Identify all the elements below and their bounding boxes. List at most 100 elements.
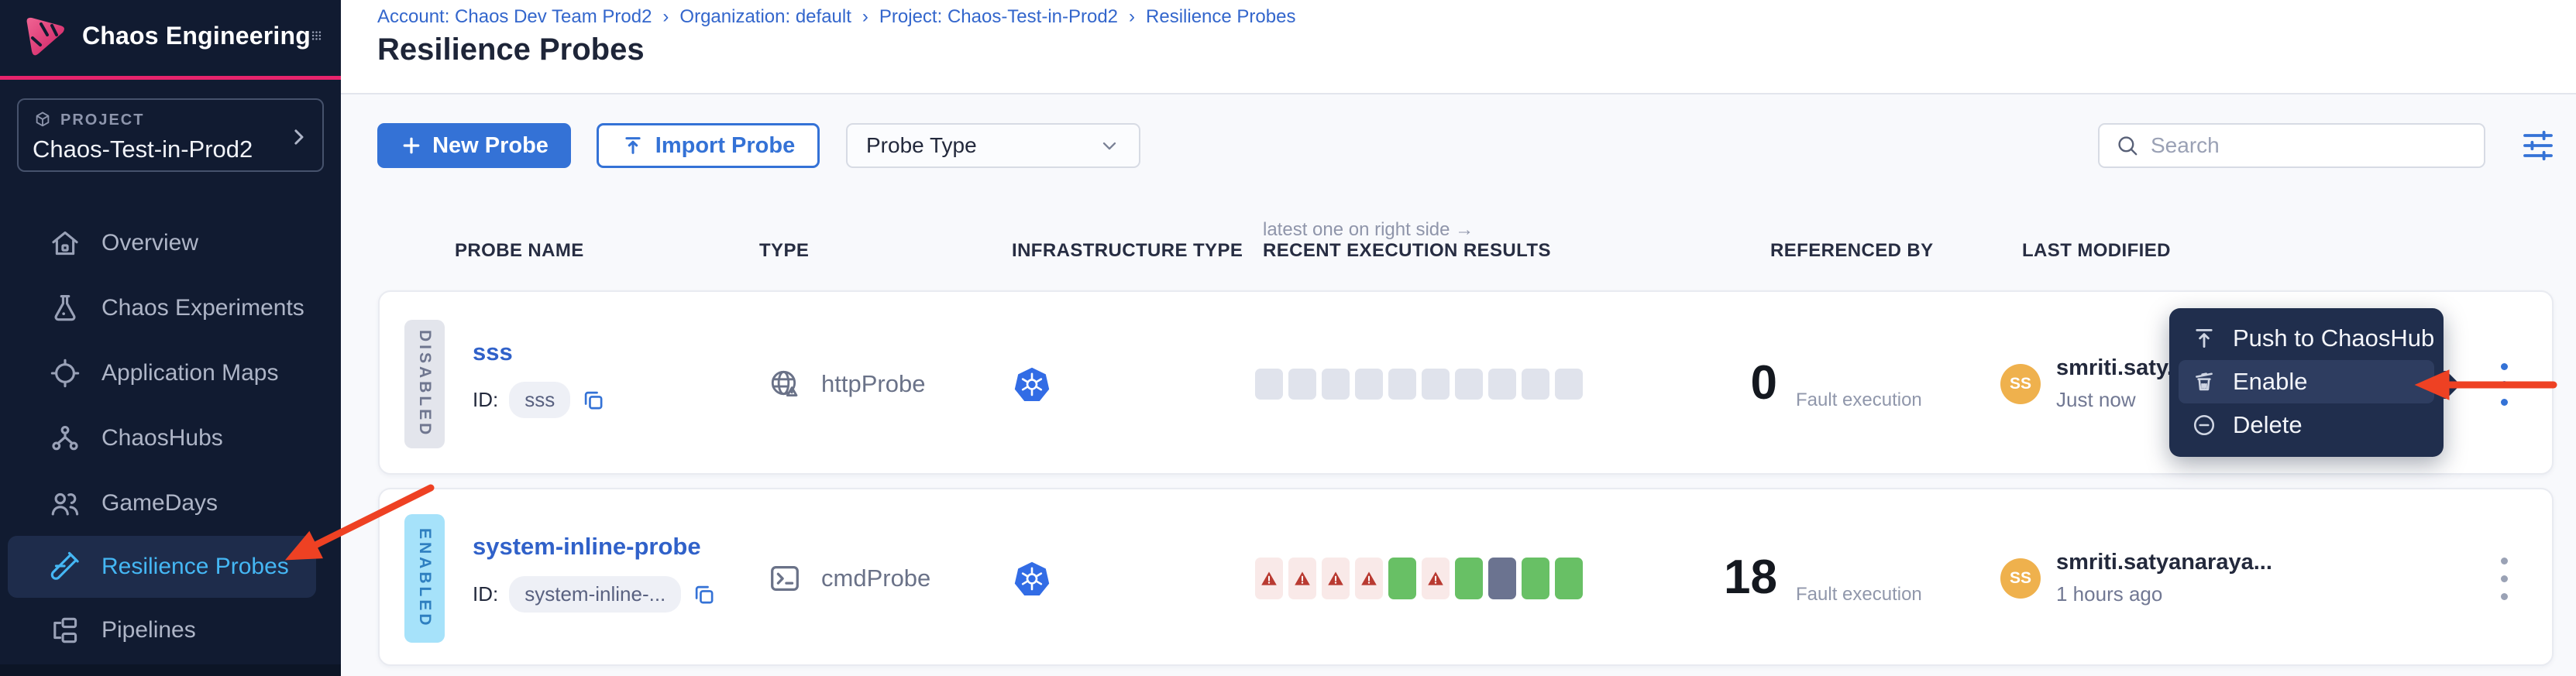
breadcrumb-link[interactable]: Resilience Probes — [1146, 6, 1295, 28]
globe-icon — [767, 366, 803, 402]
page-header: Account: Chaos Dev Team Prod2 › Organizati… — [341, 0, 2576, 94]
execution-tile-na — [1488, 558, 1516, 599]
page-title: Resilience Probes — [377, 33, 645, 67]
column-header-infrastructure-type: INFRASTRUCTURE TYPE — [1012, 240, 1243, 262]
status-badge: ENABLED — [404, 514, 445, 643]
row-actions-menu-button[interactable] — [2488, 347, 2519, 421]
avatar: SS — [2000, 558, 2041, 599]
execution-tile-fail — [1288, 558, 1316, 599]
app-grid-icon[interactable] — [311, 18, 322, 53]
plus-icon — [400, 134, 423, 157]
project-name: Chaos-Test-in-Prod2 — [33, 136, 308, 163]
probe-id: ID: system-inline-... — [473, 576, 717, 613]
modified-time: 1 hours ago — [2056, 582, 2162, 606]
copy-icon[interactable] — [692, 582, 717, 607]
execution-tile-none — [1288, 369, 1316, 400]
probe-type-cell: cmdProbe — [767, 561, 930, 596]
column-header-last-modified: LAST MODIFIED — [2022, 240, 2171, 262]
modified-by: smriti.satyanaraya... — [2056, 550, 2272, 575]
recent-executions — [1255, 369, 1583, 400]
execution-tile-pass — [1555, 558, 1583, 599]
sidebar-item-label: Overview — [101, 230, 198, 256]
column-header-referenced-by: REFERENCED BY — [1770, 240, 1934, 262]
sidebar-item-chaos-experiments[interactable]: Chaos Experiments — [0, 276, 341, 341]
execution-tile-none — [1355, 369, 1383, 400]
probe-type-dropdown[interactable]: Probe Type — [846, 123, 1140, 168]
probe-type-cell: httpProbe — [767, 366, 925, 402]
menu-item-delete[interactable]: Delete — [2179, 403, 2434, 447]
breadcrumb: Account: Chaos Dev Team Prod2 › Organizati… — [377, 6, 1295, 28]
pipeline-icon — [48, 613, 82, 647]
probe-name-link[interactable]: system-inline-probe — [473, 533, 701, 561]
probe-type-label: httpProbe — [821, 370, 925, 398]
sidebar-item-pipelines[interactable]: Pipelines — [0, 598, 341, 663]
new-probe-button[interactable]: New Probe — [377, 123, 571, 168]
breadcrumb-link[interactable]: Project: Chaos-Test-in-Prod2 — [879, 6, 1118, 28]
sidebar-nav: Overview Chaos ExperimentsApplication Map… — [0, 211, 341, 663]
copy-icon[interactable] — [581, 388, 606, 413]
execution-tile-fail — [1322, 558, 1350, 599]
brand-title: Chaos Engineering — [82, 22, 311, 50]
sidebar: Chaos Engineering PROJECT — [0, 0, 341, 676]
users-icon — [48, 486, 82, 520]
home-icon — [48, 226, 82, 260]
sidebar-item-chaoshubs[interactable]: ChaosHubs — [0, 406, 341, 471]
menu-item-enable[interactable]: Enable — [2179, 360, 2434, 403]
breadcrumb-separator: › — [862, 6, 868, 28]
referenced-by-count: 18 — [1635, 554, 1777, 602]
search-box — [2098, 123, 2485, 168]
breadcrumb-separator: › — [1129, 6, 1135, 28]
sidebar-item-label: Pipelines — [101, 617, 196, 643]
sidebar-item-label: GameDays — [101, 490, 218, 516]
search-icon — [2115, 133, 2140, 158]
flask-icon — [48, 291, 82, 325]
avatar: SS — [2000, 364, 2041, 404]
sidebar-footer-divider — [0, 664, 341, 676]
column-header-type: TYPE — [759, 240, 809, 262]
brand-accent-divider — [0, 76, 341, 80]
brand: Chaos Engineering — [20, 10, 322, 61]
menu-item-label: Delete — [2233, 411, 2303, 439]
execution-tile-none — [1455, 369, 1483, 400]
status-badge: DISABLED — [404, 320, 445, 448]
chevron-down-icon — [1099, 135, 1120, 156]
column-header-recent-executions: RECENT EXECUTION RESULTS — [1263, 240, 1551, 262]
execution-tile-none — [1555, 369, 1583, 400]
breadcrumb-separator: › — [662, 6, 669, 28]
minus-circle-icon — [2191, 412, 2217, 438]
context-menu: Push to ChaosHub Enable Delete — [2169, 308, 2444, 457]
probe-name-link[interactable]: sss — [473, 338, 513, 366]
project-selector[interactable]: PROJECT Chaos-Test-in-Prod2 — [17, 98, 324, 172]
menu-item-push-to-chaoshub[interactable]: Push to ChaosHub — [2179, 317, 2434, 360]
modified-by: smriti.saty... — [2056, 355, 2186, 381]
row-actions-menu-button[interactable] — [2488, 541, 2519, 616]
import-probe-button[interactable]: Import Probe — [597, 123, 820, 168]
probe-id-value: sss — [509, 382, 570, 418]
execution-tile-none — [1488, 369, 1516, 400]
column-header-probe-name: PROBE NAME — [455, 240, 584, 262]
import-icon — [621, 134, 645, 157]
sidebar-item-overview[interactable]: Overview — [0, 211, 341, 276]
project-label: PROJECT — [60, 112, 144, 129]
menu-item-label: Push to ChaosHub — [2233, 324, 2434, 352]
kubernetes-icon — [1013, 560, 1051, 597]
modified-time: Just now — [2056, 388, 2136, 412]
sidebar-item-label: ChaosHubs — [101, 425, 223, 451]
latest-run-note: latest one on right side → — [1263, 219, 1474, 241]
execution-tile-none — [1388, 369, 1416, 400]
execution-tile-none — [1522, 369, 1549, 400]
referenced-by-label: Fault execution — [1796, 389, 1922, 411]
breadcrumb-link[interactable]: Account: Chaos Dev Team Prod2 — [377, 6, 652, 28]
probe-row: ENABLED system-inline-probe ID: system-i… — [378, 488, 2554, 666]
sidebar-item-gamedays[interactable]: GameDays — [0, 471, 341, 536]
chevron-right-icon — [287, 125, 310, 149]
execution-tile-pass — [1388, 558, 1416, 599]
breadcrumb-link[interactable]: Organization: default — [679, 6, 851, 28]
sidebar-item-application-maps[interactable]: Application Maps — [0, 341, 341, 406]
search-input[interactable] — [2151, 133, 2468, 158]
app-root: Chaos Engineering PROJECT — [0, 0, 2576, 676]
execution-tile-none — [1322, 369, 1350, 400]
probe-type-label: cmdProbe — [821, 564, 930, 592]
filter-icon[interactable] — [2519, 127, 2557, 164]
sidebar-item-resilience-probes[interactable]: Resilience Probes — [8, 536, 316, 598]
